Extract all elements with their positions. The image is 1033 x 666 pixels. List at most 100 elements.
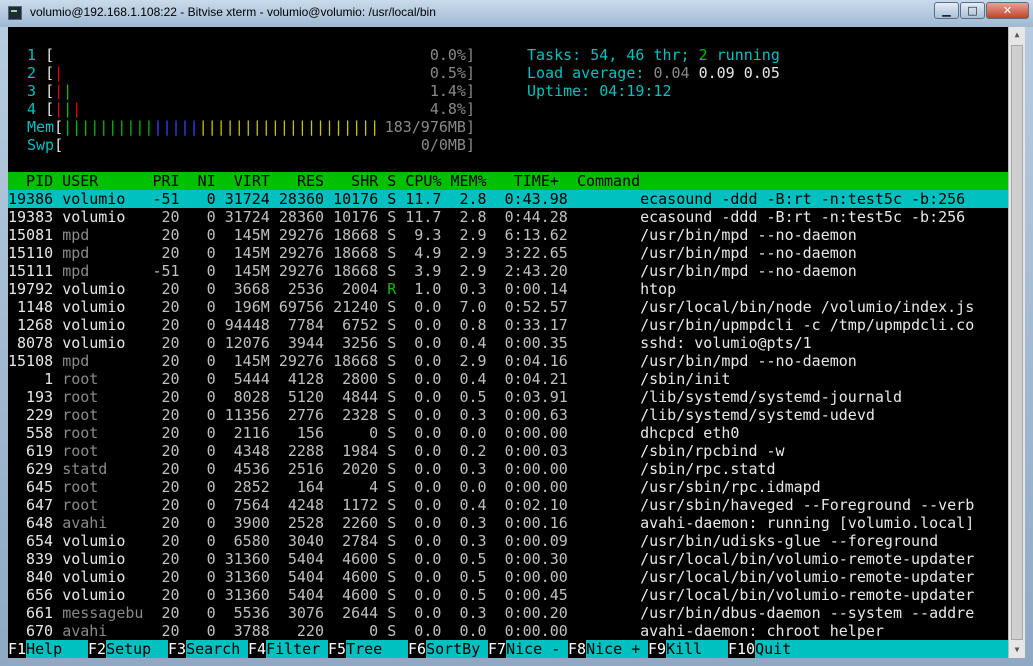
cell-ni: 0 xyxy=(206,442,216,460)
cell-mem: 0.5 xyxy=(459,586,487,604)
fkey-f5[interactable]: F5Tree xyxy=(328,640,400,658)
cell-res: 3040 xyxy=(287,532,324,550)
cell-user: volumio xyxy=(62,190,126,208)
process-row[interactable]: 840 volumio 20 0 31360 5404 4600 S 0.0 0.5 0:00.00… xyxy=(8,568,1008,586)
cell-time: 0:02.10 xyxy=(504,496,568,514)
scroll-up-arrow-icon[interactable]: ▲ xyxy=(1009,27,1025,43)
fkey-f2[interactable]: F2Setup xyxy=(88,640,160,658)
cell-time: 0:00.63 xyxy=(504,406,568,424)
cell-cpu: 0.0 xyxy=(414,442,442,460)
scroll-down-arrow-icon[interactable]: ▼ xyxy=(1009,642,1025,658)
cell-s: S xyxy=(387,316,397,334)
fkey-f7[interactable]: F7Nice - xyxy=(488,640,560,658)
close-button[interactable]: ✕ xyxy=(986,2,1029,19)
cell-pri: 20 xyxy=(161,532,180,550)
cell-shr: 0 xyxy=(369,622,379,640)
cell-ni: 0 xyxy=(206,406,216,424)
process-row[interactable]: 15108 mpd 20 0 145M 29276 18668 S 0.0 2.9 0:04.16 /… xyxy=(8,352,1008,370)
cell-cmd: /lib/systemd/systemd-udevd xyxy=(640,406,875,424)
cell-s: S xyxy=(387,262,397,280)
cell-mem: 0.3 xyxy=(459,460,487,478)
process-row[interactable]: 15111 mpd -51 0 145M 29276 18668 S 3.9 2.9 2:43.20… xyxy=(8,262,1008,280)
cell-res: 29276 xyxy=(278,226,325,244)
terminal-icon xyxy=(8,6,22,20)
cell-user: avahi xyxy=(62,514,108,532)
selected-process-row[interactable]: 19386 volumio -51 0 31724 28360 10176 S 11.7 2.8 0… xyxy=(8,190,1008,208)
fkey-f6[interactable]: F6SortBy xyxy=(408,640,480,658)
minimize-button[interactable]: ▁ xyxy=(934,2,959,19)
cell-cpu: 0.0 xyxy=(414,460,442,478)
process-row[interactable]: 19383 volumio 20 0 31724 28360 10176 S 11.7 2.8 0:… xyxy=(8,208,1008,226)
process-row[interactable]: 15110 mpd 20 0 145M 29276 18668 S 4.9 2.9 3:22.65 /… xyxy=(8,244,1008,262)
process-row[interactable]: 1 root 20 0 5444 4128 2800 S 0.0 0.4 0:04.21/sbin/… xyxy=(8,370,1008,388)
cpu-meter-value-1: 0.0%] xyxy=(429,46,475,64)
cell-pri: 20 xyxy=(161,298,180,316)
process-row[interactable]: 558 root 20 0 2116 156 0 S 0.0 0.0 0:00.00 dhcpcd e… xyxy=(8,424,1008,442)
cell-virt: 11356 xyxy=(224,406,270,424)
cell-pid: 229 xyxy=(26,406,54,424)
process-row[interactable]: 1268 volumio 20 0 94448 7784 6752 S 0.0 0.8 0:33.1… xyxy=(8,316,1008,334)
process-row[interactable]: 1148 volumio 20 0 196M 69756 21240 S 0.0 7.0 0:52.… xyxy=(8,298,1008,316)
title-bar[interactable]: volumio@192.168.1.108:22 - Bitvise xterm… xyxy=(0,0,1033,27)
cell-pri: 20 xyxy=(161,514,180,532)
fkey-f8[interactable]: F8Nice + xyxy=(568,640,640,658)
cell-mem: 0.3 xyxy=(459,406,487,424)
cell-virt: 4536 xyxy=(233,460,270,478)
cell-s: S xyxy=(387,226,397,244)
cell-pid: 648 xyxy=(26,514,54,532)
process-table-header[interactable]: PID USER PRI NI VIRT RES SHR S CPU% MEM%… xyxy=(8,172,1008,190)
process-row[interactable]: 229 root 20 0 11356 2776 2328 S 0.0 0.3 0:00.63/li… xyxy=(8,406,1008,424)
cell-time: 0:00.35 xyxy=(504,334,568,352)
process-row[interactable]: 647 root 20 0 7564 4248 1172 S 0.0 0.4 0:02.10/usr… xyxy=(8,496,1008,514)
process-row[interactable]: 648 avahi 20 0 3900 2528 2260 S 0.0 0.3 0:00.16 ava… xyxy=(8,514,1008,532)
process-row[interactable]: 839 volumio 20 0 31360 5404 4600 S 0.0 0.5 0:00.30… xyxy=(8,550,1008,568)
cell-pri: 20 xyxy=(161,370,180,388)
process-row[interactable]: 645 root 20 0 2852 164 4 S 0.0 0.0 0:00.00/usr/sbi… xyxy=(8,478,1008,496)
cell-pri: 20 xyxy=(161,388,180,406)
cell-cmd: ecasound -ddd -B:rt -n:test5c -b:256 xyxy=(640,208,966,226)
cell-cmd: /usr/sbin/haveged --Foreground --verb xyxy=(640,496,975,514)
cell-ni: 0 xyxy=(206,370,216,388)
cell-virt: 8028 xyxy=(233,388,270,406)
cell-cmd: /usr/bin/mpd --no-daemon xyxy=(640,226,857,244)
process-row[interactable]: 654 volumio 20 0 6580 3040 2784 S 0.0 0.3 0:00.09 /… xyxy=(8,532,1008,550)
process-row[interactable]: 193 root 20 0 8028 5120 4844 S 0.0 0.5 0:03.91/lib… xyxy=(8,388,1008,406)
cell-shr: 10176 xyxy=(333,190,379,208)
vertical-scrollbar[interactable]: ▲ ▼ xyxy=(1008,27,1025,658)
process-row[interactable]: 670 avahi 20 0 3788 220 0 S 0.0 0.0 0:00.00 avahi-d… xyxy=(8,622,1008,640)
process-row[interactable]: 656 volumio 20 0 31360 5404 4600 S 0.0 0.5 0:00.45… xyxy=(8,586,1008,604)
cell-ni: 0 xyxy=(206,514,216,532)
cell-user: root xyxy=(62,496,99,514)
cell-cmd: /usr/bin/upmpdcli -c /tmp/upmpdcli.co xyxy=(640,316,975,334)
cell-user: volumio xyxy=(62,550,126,568)
fkey-f4[interactable]: F4Filter xyxy=(248,640,320,658)
fkey-f1[interactable]: F1Help xyxy=(8,640,80,658)
cell-mem: 0.0 xyxy=(459,622,487,640)
cell-pri: 20 xyxy=(161,406,180,424)
cell-cpu: 11.7 xyxy=(405,208,442,226)
cell-pid: 15110 xyxy=(8,244,54,262)
cell-time: 0:43.98 xyxy=(504,190,568,208)
cell-shr: 0 xyxy=(369,424,379,442)
cell-s: S xyxy=(387,460,397,478)
process-row[interactable]: 15081 mpd 20 0 145M 29276 18668 S 9.3 2.9 6:13.62 /… xyxy=(8,226,1008,244)
terminal-screen[interactable]: 1 [0.0%] 2 [| 0.5%] 3 [|| 1.4%] 4 [||| 4.8%] M… xyxy=(8,27,1008,658)
column-headers[interactable]: PID USER PRI NI VIRT RES SHR S CPU% MEM%… xyxy=(8,172,640,190)
cell-res: 2516 xyxy=(287,460,324,478)
process-row[interactable]: 619 root 20 0 4348 2288 1984 S 0.0 0.2 0:00.03/sbi… xyxy=(8,442,1008,460)
fkey-f3[interactable]: F3Search xyxy=(168,640,240,658)
scrollbar-thumb[interactable] xyxy=(1011,45,1023,640)
process-row[interactable]: 19792 volumio 20 0 3668 2536 2004 R 1.0 0.3 0:00.1… xyxy=(8,280,1008,298)
process-row[interactable]: 8078 volumio 20 0 12076 3944 3256 S 0.0 0.4 0:00.3… xyxy=(8,334,1008,352)
cell-ni: 0 xyxy=(206,568,216,586)
fkey-f10[interactable]: F10Quit xyxy=(728,640,809,658)
cell-user: root xyxy=(62,406,99,424)
fkey-f9[interactable]: F9Kill xyxy=(648,640,720,658)
swp-meter: Swp[ xyxy=(27,136,64,154)
process-row[interactable]: 661 messagebu 20 0 5536 3076 2644 S 0.0 0.3 0:00.2… xyxy=(8,604,1008,622)
cell-user: root xyxy=(62,370,99,388)
cell-cpu: 3.9 xyxy=(414,262,442,280)
maximize-button[interactable]: □ xyxy=(960,2,985,19)
cell-res: 5404 xyxy=(287,586,324,604)
process-row[interactable]: 629 statd 20 0 4536 2516 2020 S 0.0 0.3 0:00.00/sb… xyxy=(8,460,1008,478)
